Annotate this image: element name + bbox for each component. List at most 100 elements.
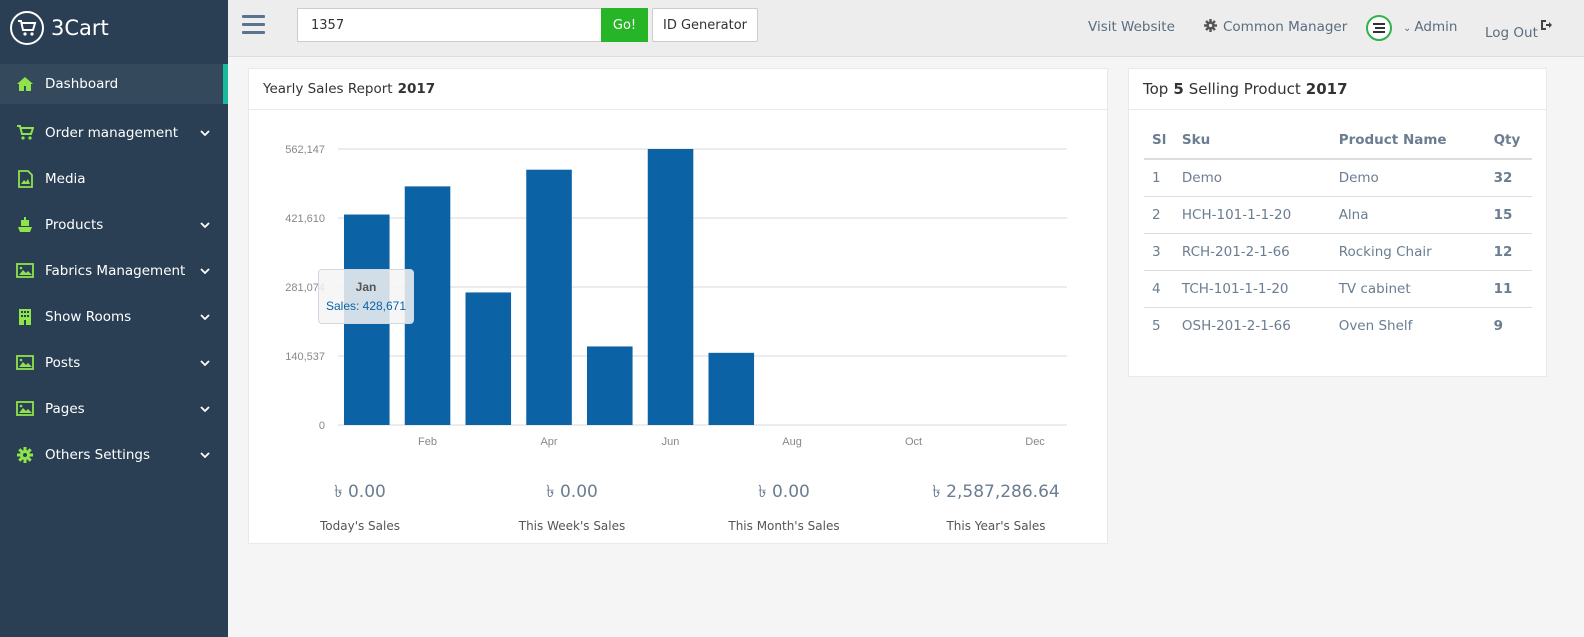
table-cell: Oven Shelf: [1338, 317, 1413, 334]
logout-link[interactable]: Log Out: [1485, 19, 1552, 41]
chevron-down-icon: [198, 310, 212, 324]
top-navbar: Go! ID Generator Visit Website Common Ma…: [228, 0, 1584, 57]
sidebar-item-label: Show Rooms: [45, 309, 132, 325]
x-tick-label: Dec: [1025, 436, 1045, 448]
tooltip-text: Sales: 428,671: [325, 299, 407, 313]
y-tick-label: 140,537: [285, 351, 325, 363]
stat-label: Today's Sales: [319, 519, 400, 533]
chart-tooltip: Jan Sales: 428,671: [318, 269, 414, 324]
admin-label: Admin: [1414, 19, 1458, 35]
picture-icon: [15, 400, 35, 418]
common-manager-label: Common Manager: [1223, 19, 1348, 35]
x-tick-label: Jun: [662, 436, 680, 448]
stat-today: ৳ 0.00 Today's Sales: [260, 479, 460, 533]
gear-icon: [1204, 19, 1217, 32]
home-icon: [15, 75, 35, 93]
bar-may: [587, 346, 633, 425]
search-input[interactable]: [297, 8, 602, 42]
table-cell: Rocking Chair: [1330, 233, 1486, 271]
table-cell: 4: [1144, 270, 1174, 308]
table-cell: Demo: [1330, 159, 1486, 197]
table-cell: Demo: [1173, 159, 1331, 197]
sidebar: 3Cart Dashboard Order management Media Prod…: [0, 0, 228, 637]
bar-jun: [647, 149, 694, 425]
sidebar-item-label: Media: [45, 171, 86, 187]
image-file-icon: [15, 170, 35, 188]
table-cell: Alna: [1330, 196, 1486, 234]
table-cell: 3: [1144, 233, 1174, 271]
sidebar-item-others-settings[interactable]: Others Settings: [0, 432, 228, 478]
sidebar-item-dashboard[interactable]: Dashboard: [0, 64, 228, 104]
sidebar-item-label: Pages: [45, 401, 85, 417]
stat-month: ৳ 0.00 This Month's Sales: [684, 479, 884, 533]
sales-title: Yearly Sales Report: [263, 81, 393, 97]
stat-week: ৳ 0.00 This Week's Sales: [472, 479, 672, 533]
building-icon: [15, 308, 35, 326]
sidebar-item-label: Others Settings: [45, 447, 151, 463]
avatar[interactable]: [1366, 15, 1392, 41]
table-row: 1 Demo Demo 32: [1144, 159, 1532, 197]
chevron-down-icon: [198, 218, 212, 232]
sidebar-item-pages[interactable]: Pages: [0, 386, 228, 432]
table-row: 2 HCH-101-1-1-20 Alna 15: [1144, 196, 1532, 234]
visit-website-link[interactable]: Visit Website: [1088, 19, 1175, 35]
table-row: 4 TCH-101-1-1-20 TV cabinet 11: [1144, 270, 1532, 308]
brand[interactable]: 3Cart: [0, 0, 228, 56]
table-cell: TCH-101-1-1-20: [1173, 270, 1331, 308]
bar-mar: [465, 292, 512, 425]
chevron-down-icon: [198, 402, 212, 416]
table-cell: 1: [1144, 159, 1174, 197]
chevron-down-icon: [198, 126, 212, 140]
table-cell: OSH-201-2-1-66: [1181, 317, 1291, 334]
brand-name: 3Cart: [51, 16, 109, 40]
stat-label: This Month's Sales: [728, 519, 840, 533]
x-tick-label: Apr: [540, 436, 557, 448]
gear-icon: [15, 446, 35, 464]
stat-value: ৳ 0.00: [758, 482, 810, 502]
cart-logo-icon: [10, 11, 44, 45]
sidebar-item-label: Dashboard: [45, 76, 119, 92]
admin-menu[interactable]: ⌄ Admin: [1403, 19, 1457, 35]
sidebar-item-fabrics-management[interactable]: Fabrics Management: [0, 248, 228, 294]
sales-stats: ৳ 0.00 Today's Sales ৳ 0.00 This Week's Sa…: [249, 479, 1107, 539]
sidebar-item-media[interactable]: Media: [0, 156, 228, 202]
chevron-down-icon: ⌄: [1403, 23, 1412, 34]
table-cell: 15: [1485, 196, 1532, 234]
panel-title: Yearly Sales Report 2017: [249, 69, 1107, 110]
table-cell: HCH-101-1-1-20: [1173, 196, 1331, 234]
table-cell: 12: [1485, 233, 1532, 271]
y-tick-label: 0: [319, 420, 325, 432]
sidebar-item-posts[interactable]: Posts: [0, 340, 228, 386]
stat-value: ৳ 0.00: [334, 482, 386, 502]
table-cell: 11: [1485, 270, 1532, 308]
table-cell: 32: [1485, 159, 1532, 197]
column-header: Sku: [1173, 121, 1331, 160]
sidebar-item-products[interactable]: Products: [0, 202, 228, 248]
y-tick-label: 421,610: [285, 213, 325, 225]
column-header: Product Name: [1330, 121, 1486, 160]
common-manager-link[interactable]: Common Manager: [1204, 19, 1347, 35]
picture-icon: [15, 262, 35, 280]
top-products-table: Sl Sku Product Name Qty 1 Demo Demo 32 2 HCH-101…: [1144, 121, 1532, 344]
table-body: 1 Demo Demo 32 2 HCH-101-1-1-20 Alna 15 3 RCH-201…: [1144, 159, 1532, 344]
table-row: 3 RCH-201-2-1-66 Rocking Chair 12: [1144, 233, 1532, 271]
top-year: 2017: [1305, 80, 1348, 98]
stat-label: This Week's Sales: [518, 519, 626, 533]
column-header: Qty: [1485, 121, 1532, 160]
bar-jul: [708, 352, 755, 425]
sidebar-item-order-management[interactable]: Order management: [0, 110, 228, 156]
id-generator-button[interactable]: ID Generator: [652, 8, 758, 42]
go-button[interactable]: Go!: [601, 8, 648, 42]
menu-toggle-icon[interactable]: [242, 15, 265, 37]
table-cell: TV cabinet: [1330, 270, 1486, 308]
ship-icon: [15, 216, 35, 234]
panel-title: Top 5 Selling Product 2017: [1129, 69, 1546, 110]
stat-year: ৳ 2,587,286.64 This Year's Sales: [896, 479, 1096, 533]
cart-icon: [15, 124, 35, 142]
sign-out-icon: [1540, 20, 1552, 30]
tooltip-title: Jan: [355, 280, 377, 294]
x-tick-label: Feb: [418, 436, 437, 448]
sidebar-item-show-rooms[interactable]: Show Rooms: [0, 294, 228, 340]
chevron-down-icon: [198, 264, 212, 278]
column-header: Sl: [1144, 121, 1174, 160]
